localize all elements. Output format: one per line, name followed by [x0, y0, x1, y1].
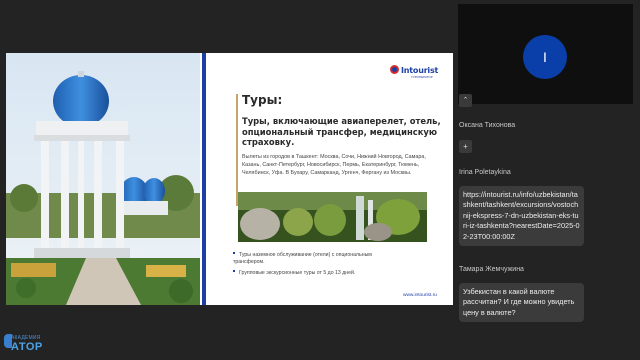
slide-photo-tashkent-monument [6, 53, 200, 305]
bullet-dot [233, 270, 235, 272]
presentation-slide: Intourist ТУРОПЕРАТОР Туры: Туры, включа… [6, 53, 453, 305]
chat-sender-name: Оксана Тихонова [459, 122, 516, 129]
intourist-logo: Intourist [390, 65, 438, 75]
title-rule [236, 94, 238, 206]
logo-subtitle: ТУРОПЕРАТОР [411, 75, 433, 79]
bullet-text: Групповые экскурсионные туры от 5 до 13 … [239, 270, 356, 276]
collapse-chevron-icon[interactable]: ⌃ [459, 94, 472, 107]
slide-bullet: Туры наземное обслуживание (отели) с опц… [233, 252, 403, 266]
slide-accent-bar [202, 53, 206, 305]
slide-url: www.intourist.ru [403, 293, 437, 298]
intourist-logo-icon [390, 65, 399, 74]
slide-nature-photo [238, 192, 427, 242]
slide-subtitle: Туры, включающие авиаперелет, отель, опц… [242, 116, 441, 148]
chat-message: Узбекистан в какой валюте рассчитан? И г… [459, 283, 584, 323]
slide-title: Туры: [242, 93, 283, 107]
brand-ator-label: АТОР [11, 341, 43, 353]
participant-avatar: I [523, 35, 567, 79]
chat-sender-name: Irina Poletaykina [459, 169, 511, 176]
bullet-dot [233, 252, 235, 254]
chat-message-link[interactable]: https://intourist.ru/info/uzbekistan/tas… [459, 186, 584, 247]
reaction-plus-button[interactable]: + [459, 140, 472, 153]
chat-sender-name: Тамара Жемчужина [459, 266, 524, 273]
slide-bullet: Групповые экскурсионные туры от 5 до 13 … [233, 270, 403, 277]
bullet-text: Туры наземное обслуживание (отели) с опц… [233, 252, 372, 265]
logo-text: Intourist [401, 66, 439, 75]
slide-cities-text: Вылеты из городов в Ташкент: Москва, Соч… [242, 154, 426, 177]
